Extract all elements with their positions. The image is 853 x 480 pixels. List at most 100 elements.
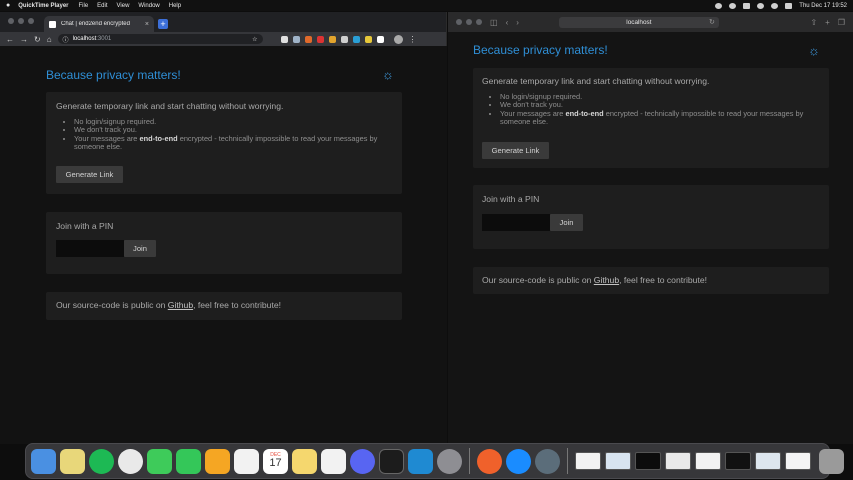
minimize-window-button[interactable] (466, 19, 472, 25)
github-link[interactable]: Github (594, 275, 619, 285)
chrome-page: Because privacy matters! ☼ Generate temp… (0, 46, 447, 444)
close-tab-icon[interactable]: × (145, 21, 149, 28)
home-icon[interactable]: ⌂ (47, 35, 52, 44)
address-bar[interactable]: localhost ↻ (558, 16, 719, 28)
tab-chat[interactable]: Chat | end2end encrypted × (44, 16, 154, 32)
extensions-bar (280, 35, 384, 43)
join-card: Join with a PIN Join (46, 212, 402, 274)
menu-view[interactable]: View (117, 3, 130, 9)
sidebar-icon[interactable]: ◫ (490, 18, 498, 27)
battery-icon[interactable] (743, 2, 751, 9)
finder-icon[interactable] (31, 448, 56, 474)
back-arrow-icon[interactable]: ‹ (506, 18, 509, 27)
extension-icon[interactable] (340, 35, 348, 43)
new-tab-button[interactable]: + (158, 19, 168, 29)
source-text: , feel free to contribute! (193, 300, 282, 310)
extension-icon[interactable] (364, 35, 372, 43)
quicktime-icon[interactable] (535, 448, 560, 474)
menu-file[interactable]: File (78, 3, 88, 9)
window-thumbnail[interactable] (755, 452, 781, 470)
theme-toggle-sun-icon[interactable]: ☼ (808, 44, 820, 57)
window-thumbnail[interactable] (665, 452, 691, 470)
e2e-emphasis: end-to-end (139, 133, 178, 143)
record-icon[interactable] (715, 2, 723, 9)
system-preferences-icon[interactable] (437, 448, 462, 474)
generate-link-button[interactable]: Generate Link (56, 166, 123, 183)
new-tab-icon[interactable]: + (825, 18, 830, 27)
menu-window[interactable]: Window (138, 3, 159, 9)
puzzle-icon[interactable] (376, 35, 384, 43)
zoom-window-button[interactable] (28, 18, 34, 24)
share-icon[interactable]: ⇧ (810, 18, 817, 27)
reminders-icon[interactable] (234, 448, 259, 474)
trash-icon[interactable] (819, 448, 844, 474)
menu-help[interactable]: Help (169, 3, 181, 9)
extension-icon[interactable] (292, 35, 300, 43)
photos-icon[interactable] (205, 448, 230, 474)
extension-icon[interactable] (280, 35, 288, 43)
address-bar[interactable]: ⓘ localhost:3001 ☆ (57, 34, 263, 44)
terminal-icon[interactable] (379, 448, 404, 474)
extension-icon[interactable] (316, 35, 324, 43)
facetime-icon[interactable] (176, 448, 201, 474)
chrome-icon[interactable] (118, 448, 143, 474)
clock[interactable]: Thu Dec 17 19:52 (799, 3, 847, 9)
generate-link-button[interactable]: Generate Link (482, 142, 549, 159)
status-icon[interactable] (729, 2, 737, 9)
brand-title[interactable]: Because privacy matters! (46, 68, 181, 82)
url-host: localhost (72, 36, 97, 42)
list-item: Your messages are end-to-end encrypted -… (500, 109, 820, 127)
chrome-toolbar: ← → ↻ ⌂ ⓘ localhost:3001 ☆ ⋮ (0, 32, 446, 46)
close-window-button[interactable] (456, 19, 462, 25)
join-button[interactable]: Join (550, 214, 583, 231)
pin-input[interactable] (56, 240, 124, 257)
menu-app-name[interactable]: QuickTime Player (18, 3, 68, 9)
list-item: Your messages are end-to-end encrypted -… (74, 133, 392, 152)
window-thumbnail[interactable] (605, 452, 631, 470)
github-link[interactable]: Github (168, 300, 193, 310)
bookmark-star-icon[interactable]: ☆ (252, 36, 257, 43)
window-thumbnail[interactable] (785, 452, 811, 470)
menu-edit[interactable]: Edit (97, 3, 107, 9)
chrome-menu-icon[interactable]: ⋮ (409, 35, 417, 44)
safari-icon[interactable] (506, 448, 531, 474)
swift-playgrounds-icon[interactable] (477, 448, 502, 474)
info-icon[interactable]: ⓘ (63, 35, 69, 44)
feature-list: No login/signup required. We don't track… (482, 92, 820, 127)
tab-overview-icon[interactable]: ❐ (838, 18, 845, 27)
minimize-window-button[interactable] (18, 18, 24, 24)
vscode-icon[interactable] (408, 448, 433, 474)
forward-arrow-icon[interactable]: › (516, 18, 519, 27)
chrome-tab-strip: Chat | end2end encrypted × + (0, 12, 446, 32)
reload-icon[interactable]: ↻ (709, 18, 715, 26)
apple-menu-icon[interactable]: ● (6, 2, 10, 9)
spotify-icon[interactable] (89, 448, 114, 474)
wifi-icon[interactable] (757, 2, 765, 9)
notes-app-icon[interactable] (60, 448, 85, 474)
search-icon[interactable] (771, 2, 779, 9)
theme-toggle-sun-icon[interactable]: ☼ (382, 68, 394, 81)
brand-title[interactable]: Because privacy matters! (473, 43, 608, 57)
profile-avatar[interactable] (393, 34, 403, 44)
window-thumbnail[interactable] (695, 452, 721, 470)
window-thumbnail[interactable] (635, 452, 661, 470)
extension-icon[interactable] (304, 35, 312, 43)
join-button[interactable]: Join (124, 240, 156, 257)
stickies-icon[interactable] (292, 448, 317, 474)
window-thumbnail[interactable] (725, 452, 751, 470)
extension-icon[interactable] (328, 35, 336, 43)
calendar-icon[interactable]: DEC 17 (263, 448, 288, 474)
document-thumbnail[interactable] (575, 452, 601, 470)
messages-icon[interactable] (147, 448, 172, 474)
zoom-window-button[interactable] (476, 19, 482, 25)
reload-icon[interactable]: ↻ (34, 35, 41, 44)
control-center-icon[interactable] (785, 2, 793, 9)
safari-right-buttons: ⇧ + ❐ (810, 18, 845, 27)
back-arrow-icon[interactable]: ← (6, 35, 14, 44)
forward-arrow-icon[interactable]: → (20, 35, 28, 44)
discord-icon[interactable] (350, 448, 375, 474)
close-window-button[interactable] (8, 18, 14, 24)
extension-icon[interactable] (352, 35, 360, 43)
slack-icon[interactable] (321, 448, 346, 474)
pin-input[interactable] (482, 214, 550, 231)
